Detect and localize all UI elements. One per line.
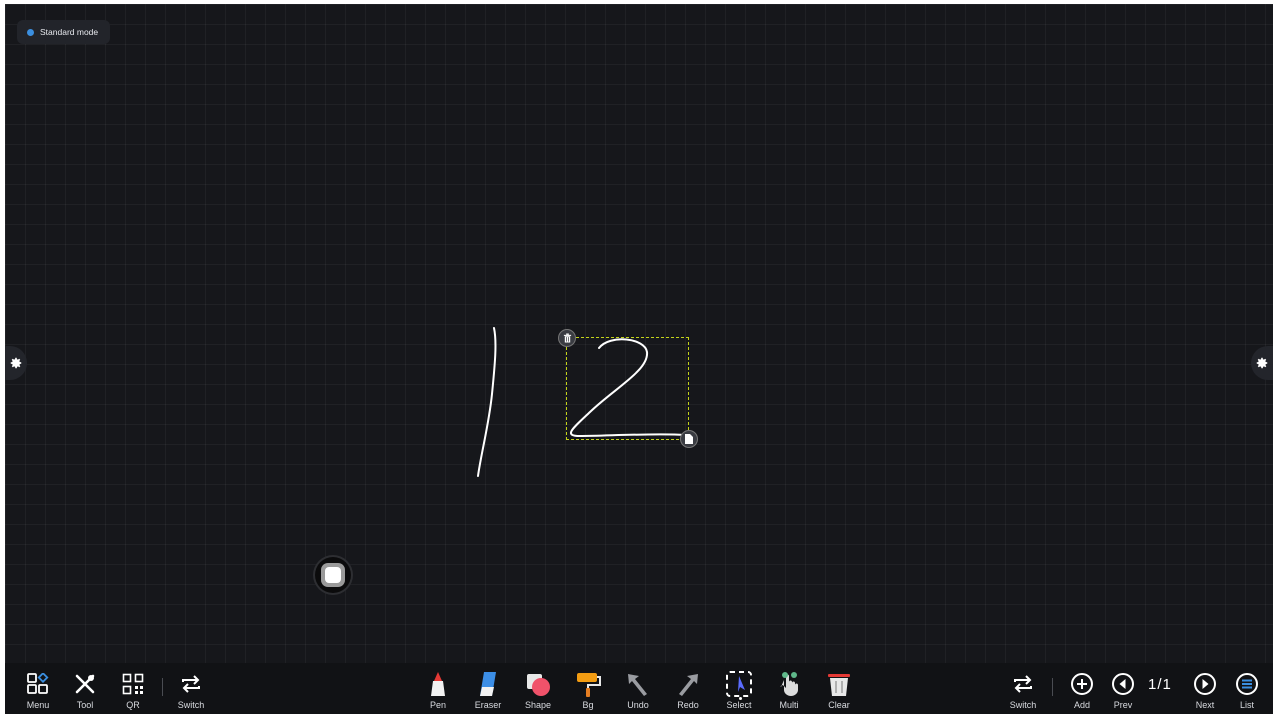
switch-arrows-icon <box>182 675 200 693</box>
undo-button[interactable]: Undo <box>618 663 658 714</box>
select-label: Select <box>726 700 752 710</box>
menu-button[interactable]: Menu <box>18 663 58 714</box>
pen-button[interactable]: Pen <box>418 663 458 714</box>
shape-button[interactable]: Shape <box>518 663 558 714</box>
qr-label: QR <box>126 700 140 710</box>
eraser-icon <box>480 672 496 696</box>
bg-button[interactable]: Bg <box>568 663 608 714</box>
add-page-button[interactable]: Add <box>1062 663 1102 714</box>
prev-label: Prev <box>1113 700 1133 710</box>
copy-icon <box>685 434 693 444</box>
page-list-button[interactable]: List <box>1227 663 1267 714</box>
multi-button[interactable]: Multi <box>769 663 809 714</box>
pen-icon <box>431 672 445 696</box>
plus-circle-icon <box>1071 673 1093 695</box>
undo-arrow-icon <box>628 674 647 696</box>
pen-label: Pen <box>429 700 446 710</box>
menu-label: Menu <box>26 700 50 710</box>
ink-layer <box>477 327 686 477</box>
active-tool-indicator <box>739 697 742 700</box>
paint-roller-icon <box>577 673 601 697</box>
select-cursor-icon <box>726 671 752 697</box>
add-label: Add <box>1073 700 1090 710</box>
whiteboard-canvas[interactable]: Standard mode Menu Tool QR Switch Pen Er… <box>5 4 1273 714</box>
floating-menu-button[interactable] <box>315 557 351 593</box>
qr-code-icon <box>122 673 144 695</box>
shape-label: Shape <box>524 700 552 710</box>
eraser-label: Eraser <box>474 700 502 710</box>
list-circle-icon <box>1236 673 1258 695</box>
switch-left-button[interactable]: Switch <box>171 663 211 714</box>
selection-copy-handle[interactable] <box>680 430 698 448</box>
page-counter: 1/1 <box>1148 676 1172 693</box>
prev-page-button[interactable]: Prev <box>1103 663 1143 714</box>
selection-box[interactable] <box>566 337 689 440</box>
select-button[interactable]: Select <box>719 663 759 714</box>
eraser-button[interactable]: Eraser <box>468 663 508 714</box>
redo-button[interactable]: Redo <box>668 663 708 714</box>
switch-arrows-icon <box>1014 675 1032 693</box>
clear-button[interactable]: Clear <box>819 663 859 714</box>
switch-right-label: Switch <box>1009 700 1037 710</box>
next-page-button[interactable]: Next <box>1185 663 1225 714</box>
next-label: Next <box>1195 700 1215 710</box>
floating-button-ring <box>321 563 345 587</box>
trash-bin-icon <box>828 674 850 696</box>
trash-icon <box>563 333 571 343</box>
undo-label: Undo <box>627 700 649 710</box>
menu-grid-icon <box>27 673 49 694</box>
redo-arrow-icon <box>679 674 698 696</box>
bg-label: Bg <box>582 700 594 710</box>
next-circle-icon <box>1194 673 1216 695</box>
switch-right-button[interactable]: Switch <box>1003 663 1043 714</box>
tools-icon <box>75 674 95 694</box>
ink-stroke-one <box>477 327 497 477</box>
selection-delete-handle[interactable] <box>558 329 576 347</box>
multi-touch-icon <box>780 672 798 696</box>
clear-label: Clear <box>828 700 850 710</box>
toolbar-divider <box>1052 678 1053 696</box>
prev-circle-icon <box>1112 673 1134 695</box>
tool-button[interactable]: Tool <box>65 663 105 714</box>
toolbar-divider <box>162 678 163 696</box>
tool-label: Tool <box>76 700 94 710</box>
floating-button-core <box>325 567 341 583</box>
redo-label: Redo <box>677 700 699 710</box>
multi-label: Multi <box>779 700 799 710</box>
bottom-toolbar: Menu Tool QR Switch Pen Eraser Shape Bg … <box>5 663 1273 714</box>
switch-left-label: Switch <box>177 700 205 710</box>
qr-button[interactable]: QR <box>113 663 153 714</box>
shape-icon <box>527 674 550 696</box>
list-label: List <box>1239 700 1254 710</box>
